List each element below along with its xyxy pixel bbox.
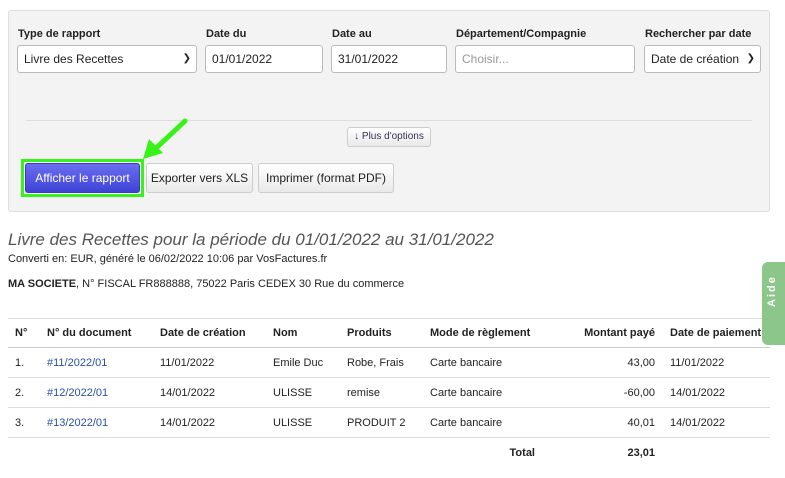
col-header: Mode de règlement: [429, 318, 549, 348]
cell: 11/01/2022: [159, 347, 272, 378]
col-header: Nom: [272, 318, 346, 348]
cell: 2.: [8, 377, 46, 408]
table-row: 1. #11/2022/01 11/01/2022 Emile Duc Robe…: [8, 347, 770, 378]
cell: Robe, Frais: [346, 347, 429, 378]
col-header: N° du document: [46, 318, 159, 348]
report-title: Livre des Recettes pour la période du 01…: [8, 230, 494, 249]
cell: Carte bancaire: [429, 407, 549, 438]
cell: ULISSE: [272, 377, 346, 408]
help-label: Aide: [766, 275, 778, 307]
type-value: Livre des Recettes: [24, 52, 124, 66]
company-info: MA SOCIETE, N° FISCAL FR888888, 75022 Pa…: [8, 278, 404, 290]
table-header: N° N° du document Date de création Nom P…: [8, 318, 770, 348]
cell: 14/01/2022: [669, 407, 770, 438]
chevron-down-icon: ❯: [746, 53, 755, 64]
date-to-input[interactable]: 31/01/2022: [331, 45, 447, 73]
help-tab[interactable]: Aide: [762, 262, 785, 345]
total-label: Total: [509, 446, 535, 459]
chevron-down-icon: ❯: [182, 53, 191, 64]
cell: 43,00: [549, 347, 669, 378]
cell: 40,01: [549, 407, 669, 438]
document-link[interactable]: #12/2022/01: [47, 387, 108, 399]
cell: PRODUIT 2: [346, 407, 429, 438]
report-table: N° N° du document Date de création Nom P…: [8, 318, 770, 467]
col-header: Produits: [346, 318, 429, 348]
print-pdf-button[interactable]: Imprimer (format PDF): [258, 163, 394, 193]
from-label: Date du: [206, 28, 247, 40]
col-header: Date de création: [159, 318, 272, 348]
cell: Emile Duc: [272, 347, 346, 378]
cell: 14/01/2022: [159, 377, 272, 408]
document-link[interactable]: #13/2022/01: [47, 417, 108, 429]
total-value: 23,01: [627, 446, 655, 459]
cell: Carte bancaire: [429, 377, 549, 408]
dept-input[interactable]: Choisir...: [455, 45, 635, 73]
export-xls-button[interactable]: Exporter vers XLS: [146, 163, 253, 193]
search-date-value: Date de création: [651, 52, 740, 66]
arrow-icon: [143, 118, 188, 159]
date-from-input[interactable]: 01/01/2022: [205, 45, 323, 73]
col-header: Date de paiement: [669, 318, 770, 348]
cell: ULISSE: [272, 407, 346, 438]
more-options-button[interactable]: ↓ Plus d'options: [347, 127, 431, 147]
total-row: Total 23,01: [8, 438, 770, 468]
cell: 14/01/2022: [669, 377, 770, 408]
table-row: 3. #13/2022/01 14/01/2022 ULISSE PRODUIT…: [8, 407, 770, 438]
table-row: 2. #12/2022/01 14/01/2022 ULISSE remise …: [8, 377, 770, 408]
report-subtitle: Converti en: EUR, généré le 06/02/2022 1…: [8, 253, 328, 265]
company-details: , N° FISCAL FR888888, 75022 Paris CEDEX …: [76, 278, 405, 290]
company-name: MA SOCIETE: [8, 278, 77, 290]
cell: 14/01/2022: [159, 407, 272, 438]
col-header: N°: [8, 318, 46, 348]
type-select[interactable]: Livre des Recettes ❯: [17, 45, 197, 73]
type-label: Type de rapport: [18, 28, 101, 40]
cell: -60,00: [549, 377, 669, 408]
cell: Carte bancaire: [429, 347, 549, 378]
cell: 3.: [8, 407, 46, 438]
col-header: Montant payé: [549, 318, 669, 348]
dept-label: Département/Compagnie: [456, 28, 587, 40]
cell: 1.: [8, 347, 46, 378]
cell: remise: [346, 377, 429, 408]
to-label: Date au: [332, 28, 372, 40]
document-link[interactable]: #11/2022/01: [47, 357, 107, 369]
cell: 11/01/2022: [669, 347, 770, 378]
show-report-button[interactable]: Afficher le rapport: [25, 163, 140, 193]
search-date-select[interactable]: Date de création ❯: [644, 45, 761, 73]
search-date-label: Rechercher par date: [645, 28, 752, 40]
